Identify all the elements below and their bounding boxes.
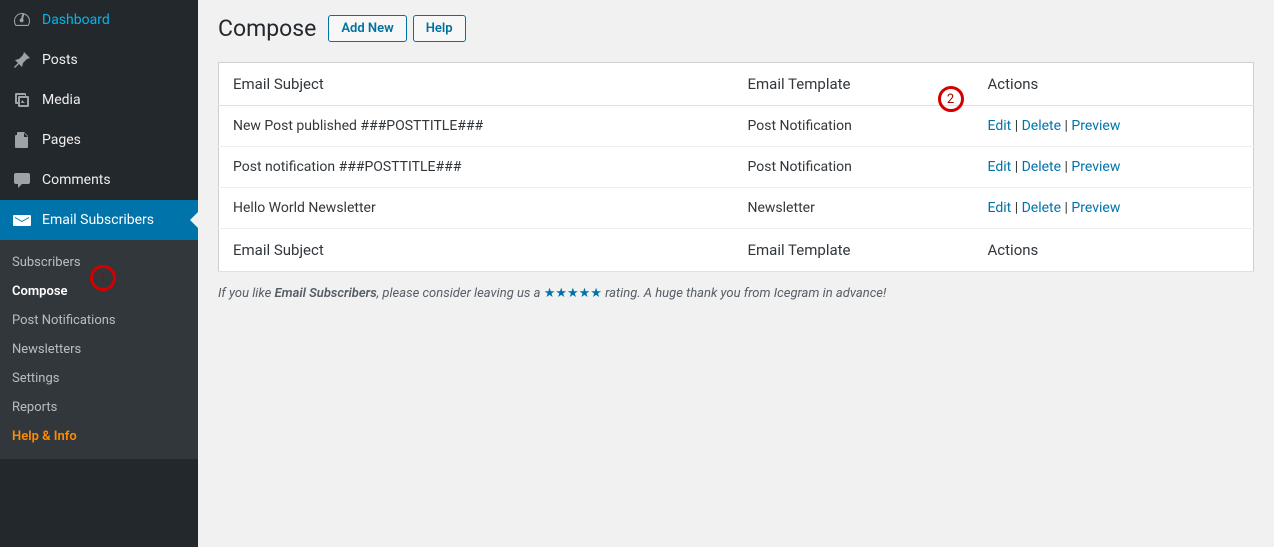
preview-link[interactable]: Preview xyxy=(1071,200,1120,216)
sidebar-item-email-subscribers[interactable]: Email Subscribers xyxy=(0,200,198,240)
submenu-label: Compose xyxy=(12,284,68,299)
cell-actions: 2 Edit | Delete | Preview xyxy=(974,106,1254,147)
main-content: Compose Add New Help Email Subject Email… xyxy=(198,0,1274,547)
preview-link[interactable]: Preview xyxy=(1071,159,1120,175)
rating-stars-link[interactable]: ★★★★★ xyxy=(544,286,602,301)
separator: | xyxy=(1015,200,1022,216)
col-template: Email Template xyxy=(734,229,974,272)
table-row: New Post published ###POSTTITLE### Post … xyxy=(219,106,1254,147)
footer-plugin-name: Email Subscribers xyxy=(275,286,377,301)
cell-subject: Post notification ###POSTTITLE### xyxy=(219,147,734,188)
sidebar-item-comments[interactable]: Comments xyxy=(0,160,198,200)
submenu-help-info[interactable]: Help & Info xyxy=(0,422,198,451)
table-row: Hello World Newsletter Newsletter Edit |… xyxy=(219,188,1254,229)
admin-sidebar: Dashboard Posts Media Pages Comments Ema… xyxy=(0,0,198,547)
sidebar-label: Email Subscribers xyxy=(42,212,154,228)
pages-icon xyxy=(12,130,32,150)
col-actions: Actions xyxy=(974,229,1254,272)
pin-icon xyxy=(12,50,32,70)
delete-link[interactable]: Delete xyxy=(1022,159,1061,175)
sidebar-label: Media xyxy=(42,92,81,108)
table-footer-row: Email Subject Email Template Actions xyxy=(219,229,1254,272)
cell-actions: Edit | Delete | Preview xyxy=(974,188,1254,229)
help-button[interactable]: Help xyxy=(413,15,466,42)
delete-link[interactable]: Delete xyxy=(1022,118,1061,134)
cell-template: Post Notification xyxy=(734,147,974,188)
table-header-row: Email Subject Email Template Actions xyxy=(219,63,1254,106)
sidebar-label: Comments xyxy=(42,172,111,188)
sidebar-label: Pages xyxy=(42,132,81,148)
table-row: Post notification ###POSTTITLE### Post N… xyxy=(219,147,1254,188)
dashboard-icon xyxy=(12,10,32,30)
cell-template: Post Notification xyxy=(734,106,974,147)
sidebar-submenu: Subscribers Compose 1 Post Notifications… xyxy=(0,240,198,459)
sidebar-item-dashboard[interactable]: Dashboard xyxy=(0,0,198,40)
submenu-post-notifications[interactable]: Post Notifications xyxy=(0,306,198,335)
delete-link[interactable]: Delete xyxy=(1022,200,1061,216)
footer-note: If you like Email Subscribers, please co… xyxy=(218,286,1254,301)
annotation-marker-2: 2 xyxy=(938,86,964,112)
comments-icon xyxy=(12,170,32,190)
separator: | xyxy=(1015,159,1022,175)
preview-link[interactable]: Preview xyxy=(1071,118,1120,134)
page-title: Compose xyxy=(218,15,316,42)
cell-subject: Hello World Newsletter xyxy=(219,188,734,229)
edit-link[interactable]: Edit xyxy=(988,159,1012,175)
cell-actions: Edit | Delete | Preview xyxy=(974,147,1254,188)
sidebar-item-posts[interactable]: Posts xyxy=(0,40,198,80)
page-header: Compose Add New Help xyxy=(218,15,1254,42)
media-icon xyxy=(12,90,32,110)
submenu-settings[interactable]: Settings xyxy=(0,364,198,393)
sidebar-item-media[interactable]: Media xyxy=(0,80,198,120)
separator: | xyxy=(1015,118,1022,134)
submenu-newsletters[interactable]: Newsletters xyxy=(0,335,198,364)
footer-text: , please consider leaving us a xyxy=(377,286,544,301)
col-subject: Email Subject xyxy=(219,229,734,272)
edit-link[interactable]: Edit xyxy=(988,200,1012,216)
col-actions: Actions xyxy=(974,63,1254,106)
email-icon xyxy=(12,210,32,230)
sidebar-item-pages[interactable]: Pages xyxy=(0,120,198,160)
cell-subject: New Post published ###POSTTITLE### xyxy=(219,106,734,147)
sidebar-label: Dashboard xyxy=(42,12,110,28)
add-new-button[interactable]: Add New xyxy=(328,15,406,42)
footer-text: rating. A huge thank you from Icegram in… xyxy=(602,286,886,301)
cell-template: Newsletter xyxy=(734,188,974,229)
edit-link[interactable]: Edit xyxy=(988,118,1012,134)
email-table: Email Subject Email Template Actions New… xyxy=(218,62,1254,272)
col-subject: Email Subject xyxy=(219,63,734,106)
submenu-compose[interactable]: Compose 1 xyxy=(0,277,198,306)
annotation-marker-1: 1 xyxy=(90,265,116,291)
submenu-reports[interactable]: Reports xyxy=(0,393,198,422)
footer-text: If you like xyxy=(218,286,275,301)
sidebar-label: Posts xyxy=(42,52,78,68)
